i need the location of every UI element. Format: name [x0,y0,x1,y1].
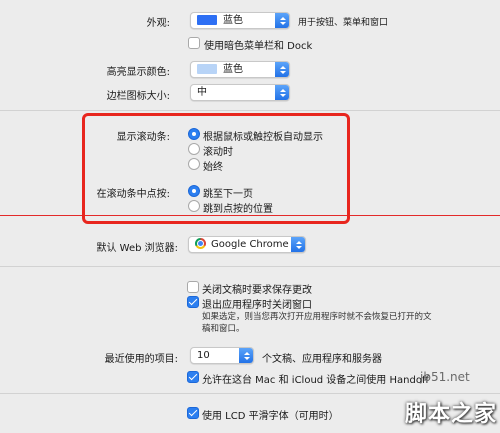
appearance-popup[interactable]: 蓝色 [190,12,290,29]
browser-value: Google Chrome [211,239,289,250]
highlight-popup[interactable]: 蓝色 [190,61,290,78]
handoff-label: 允许在这台 Mac 和 iCloud 设备之间使用 Handoff [202,375,429,386]
close-windows-checkbox[interactable] [187,296,199,308]
ask-keep-checkbox[interactable] [187,281,199,293]
recent-value: 10 [197,350,210,361]
sidebar-icon-popup[interactable]: 中 [190,84,290,101]
watermark-site-name: 脚本之家 [405,402,498,427]
chrome-icon [195,238,206,249]
sidebar-icon-label: 边栏图标大小: [106,91,170,102]
chevron-updown-icon [275,85,289,100]
highlight-color-swatch [197,64,217,74]
chevron-updown-icon [275,62,289,77]
appearance-color-swatch [197,15,217,25]
ask-keep-label: 关闭文稿时要求保存更改 [202,285,312,296]
browser-label: 默认 Web 浏览器: [96,243,178,254]
recent-popup[interactable]: 10 [190,347,254,364]
close-windows-label: 退出应用程序时关闭窗口 [202,300,312,311]
appearance-value: 蓝色 [223,15,243,26]
chevron-updown-icon [275,13,289,28]
watermark-domain: jb51.net [420,370,470,384]
highlight-value: 蓝色 [223,64,243,75]
recent-suffix: 个文稿、应用程序和服务器 [262,354,382,365]
handoff-checkbox[interactable] [187,371,199,383]
lcd-checkbox[interactable] [187,407,199,419]
close-windows-help: 如果选定，则当您再次打开应用程序时就不会恢复已打开的文稿和窗口。 [202,312,432,334]
recent-label: 最近使用的项目: [104,354,178,365]
separator [0,110,500,111]
chevron-updown-icon [291,237,305,252]
appearance-note: 用于按钮、菜单和窗口 [298,18,389,28]
appearance-label: 外观: [146,18,170,29]
dark-menu-label: 使用暗色菜单栏和 Dock [204,41,313,52]
browser-popup[interactable]: Google Chrome [188,236,306,253]
sidebar-icon-value: 中 [197,87,207,98]
lcd-label: 使用 LCD 平滑字体（可用时） [202,411,339,422]
separator [0,266,500,267]
highlight-label: 高亮显示颜色: [106,67,170,78]
dark-menu-checkbox[interactable] [188,37,200,49]
chevron-updown-icon [239,348,253,363]
separator [0,393,500,394]
annotation-red-box [82,113,350,224]
